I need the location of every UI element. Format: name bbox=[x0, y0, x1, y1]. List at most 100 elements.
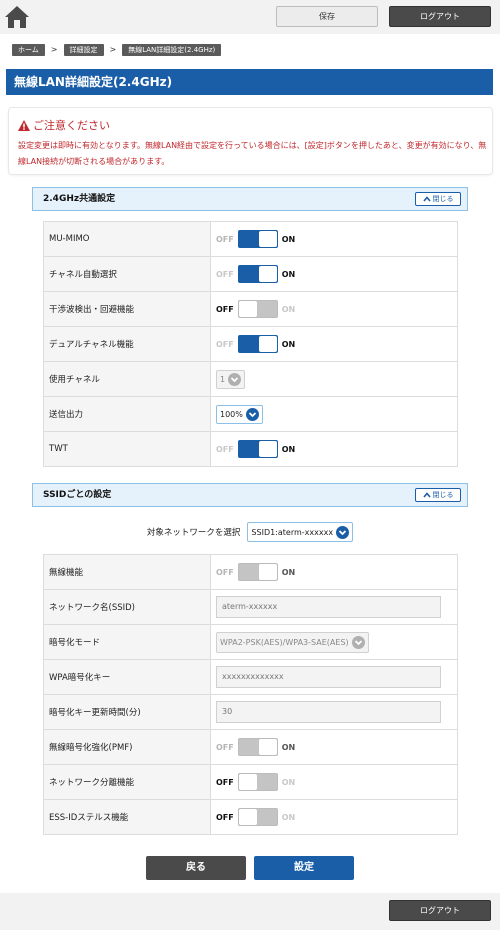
table-row: 無線機能 OFF ON bbox=[43, 554, 458, 590]
footer-logout-button[interactable]: ログアウト bbox=[389, 900, 491, 921]
section-title: 2.4GHz共通設定 bbox=[43, 194, 116, 204]
table-row: デュアルチャネル機能 OFF ON bbox=[43, 326, 458, 362]
row-label: 使用チャネル bbox=[43, 361, 211, 397]
toggle-switch[interactable] bbox=[237, 230, 278, 248]
toggle-switch[interactable] bbox=[237, 563, 278, 581]
row-label: チャネル自動選択 bbox=[43, 256, 211, 292]
channel-auto-toggle[interactable]: OFF ON bbox=[216, 265, 295, 283]
toggle-switch[interactable] bbox=[237, 440, 278, 458]
toggle-switch[interactable] bbox=[237, 808, 278, 826]
footer-bar: ログアウト bbox=[0, 893, 500, 930]
toggle-switch[interactable] bbox=[237, 300, 278, 318]
table-row: WPA暗号化キー xxxxxxxxxxxxx bbox=[43, 659, 458, 695]
breadcrumb-separator: > bbox=[109, 45, 117, 54]
table-row: 暗号化キー更新時間(分) 30 bbox=[43, 694, 458, 730]
chevron-up-icon bbox=[422, 492, 431, 498]
page-title: 無線LAN詳細設定(2.4GHz) bbox=[6, 69, 493, 95]
toggle-on-label: ON bbox=[281, 304, 296, 314]
toggle-off-label: OFF bbox=[216, 444, 234, 454]
network-isolation-toggle[interactable]: OFF ON bbox=[216, 773, 295, 791]
row-label: WPA暗号化キー bbox=[43, 659, 211, 695]
wireless-function-toggle[interactable]: OFF ON bbox=[216, 563, 295, 581]
table-row: チャネル自動選択 OFF ON bbox=[43, 256, 458, 292]
tx-power-select[interactable]: 100% bbox=[216, 404, 263, 424]
row-label: ネットワーク分離機能 bbox=[43, 764, 211, 800]
toggle-switch[interactable] bbox=[237, 335, 278, 353]
toggle-knob bbox=[258, 336, 277, 352]
row-label: TWT bbox=[43, 431, 211, 467]
row-label: デュアルチャネル機能 bbox=[43, 326, 211, 362]
toggle-switch[interactable] bbox=[237, 773, 278, 791]
wpa-key-field[interactable]: xxxxxxxxxxxxx bbox=[216, 666, 441, 688]
toggle-knob bbox=[258, 564, 277, 580]
chevron-down-icon bbox=[228, 372, 242, 386]
breadcrumb-home[interactable]: ホーム bbox=[12, 43, 45, 56]
table-row: 使用チャネル 1 bbox=[43, 361, 458, 397]
top-bar: 保存 ログアウト bbox=[0, 0, 500, 34]
network-select-label: 対象ネットワークを選択 bbox=[146, 528, 241, 538]
toggle-off-label: OFF bbox=[216, 269, 234, 279]
toggle-knob bbox=[258, 441, 277, 457]
dual-channel-toggle[interactable]: OFF ON bbox=[216, 335, 295, 353]
ssid-field[interactable]: aterm-xxxxxx bbox=[216, 596, 441, 618]
select-value: 1 bbox=[220, 374, 226, 384]
channel-select[interactable]: 1 bbox=[216, 369, 246, 389]
row-label: ESS-IDステルス機能 bbox=[43, 799, 211, 835]
toggle-on-label: ON bbox=[281, 339, 296, 349]
twt-toggle[interactable]: OFF ON bbox=[216, 440, 295, 458]
collapse-ssid-button[interactable]: 閉じる bbox=[415, 488, 461, 502]
caution-title-text: ご注意ください bbox=[33, 119, 110, 132]
caution-box: ご注意ください 設定変更は即時に有効となります。無線LAN経由で設定を行っている… bbox=[8, 107, 493, 175]
toggle-knob bbox=[258, 231, 277, 247]
mu-mimo-toggle[interactable]: OFF ON bbox=[216, 230, 295, 248]
breadcrumb-current: 無線LAN詳細設定(2.4GHz) bbox=[122, 43, 222, 56]
toggle-off-label: OFF bbox=[216, 777, 234, 787]
toggle-off-label: OFF bbox=[216, 567, 234, 577]
save-button[interactable]: 保存 bbox=[276, 6, 378, 27]
toggle-switch[interactable] bbox=[237, 265, 278, 283]
table-row: ネットワーク分離機能 OFF ON bbox=[43, 764, 458, 800]
ssid-section-header: SSIDごとの設定 閉じる bbox=[32, 483, 468, 507]
table-row: 干渉波検出・回避機能 OFF ON bbox=[43, 291, 458, 327]
row-label: 無線機能 bbox=[43, 554, 211, 590]
toggle-off-label: OFF bbox=[216, 742, 234, 752]
breadcrumb-advanced[interactable]: 詳細設定 bbox=[63, 43, 104, 56]
home-icon[interactable] bbox=[4, 4, 30, 30]
collapse-common-button[interactable]: 閉じる bbox=[415, 192, 461, 206]
row-label: 暗号化キー更新時間(分) bbox=[43, 694, 211, 730]
set-button[interactable]: 設定 bbox=[254, 856, 354, 880]
collapse-label: 閉じる bbox=[432, 195, 454, 203]
section-title: SSIDごとの設定 bbox=[43, 490, 112, 500]
table-row: TWT OFF ON bbox=[43, 431, 458, 467]
toggle-knob bbox=[258, 739, 277, 755]
toggle-off-label: OFF bbox=[216, 812, 234, 822]
toggle-knob bbox=[238, 809, 257, 825]
table-row: ネットワーク名(SSID) aterm-xxxxxx bbox=[43, 589, 458, 625]
caution-title: ご注意ください bbox=[18, 117, 110, 133]
table-row: ESS-IDステルス機能 OFF ON bbox=[43, 799, 458, 835]
chevron-up-icon bbox=[422, 196, 431, 202]
logout-button[interactable]: ログアウト bbox=[389, 6, 491, 27]
chevron-down-icon bbox=[336, 525, 350, 539]
select-value: SSID1:aterm-xxxxxx bbox=[251, 527, 334, 537]
chevron-down-icon bbox=[351, 635, 365, 649]
table-row: 暗号化モード WPA2-PSK(AES)/WPA3-SAE(AES) bbox=[43, 624, 458, 660]
key-update-interval-field[interactable]: 30 bbox=[216, 701, 441, 723]
network-select[interactable]: SSID1:aterm-xxxxxx bbox=[247, 522, 354, 542]
breadcrumb-separator: > bbox=[50, 45, 58, 54]
common-settings-table: MU-MIMO OFF ON チャネル自動選択 OFF ON 干渉波検出・回避機… bbox=[43, 221, 458, 467]
pmf-toggle[interactable]: OFF ON bbox=[216, 738, 295, 756]
toggle-knob bbox=[238, 774, 257, 790]
row-label: 送信出力 bbox=[43, 396, 211, 432]
stealth-toggle[interactable]: OFF ON bbox=[216, 808, 295, 826]
encryption-mode-select[interactable]: WPA2-PSK(AES)/WPA3-SAE(AES) bbox=[216, 631, 369, 653]
interference-toggle[interactable]: OFF ON bbox=[216, 300, 295, 318]
toggle-switch[interactable] bbox=[237, 738, 278, 756]
toggle-on-label: ON bbox=[281, 269, 296, 279]
back-button[interactable]: 戻る bbox=[146, 856, 246, 880]
toggle-on-label: ON bbox=[281, 234, 296, 244]
ssid-settings-table: 無線機能 OFF ON ネットワーク名(SSID) aterm-xxxxxx 暗… bbox=[43, 554, 458, 835]
toggle-on-label: ON bbox=[281, 742, 296, 752]
toggle-off-label: OFF bbox=[216, 304, 234, 314]
row-label: 無線暗号化強化(PMF) bbox=[43, 729, 211, 765]
